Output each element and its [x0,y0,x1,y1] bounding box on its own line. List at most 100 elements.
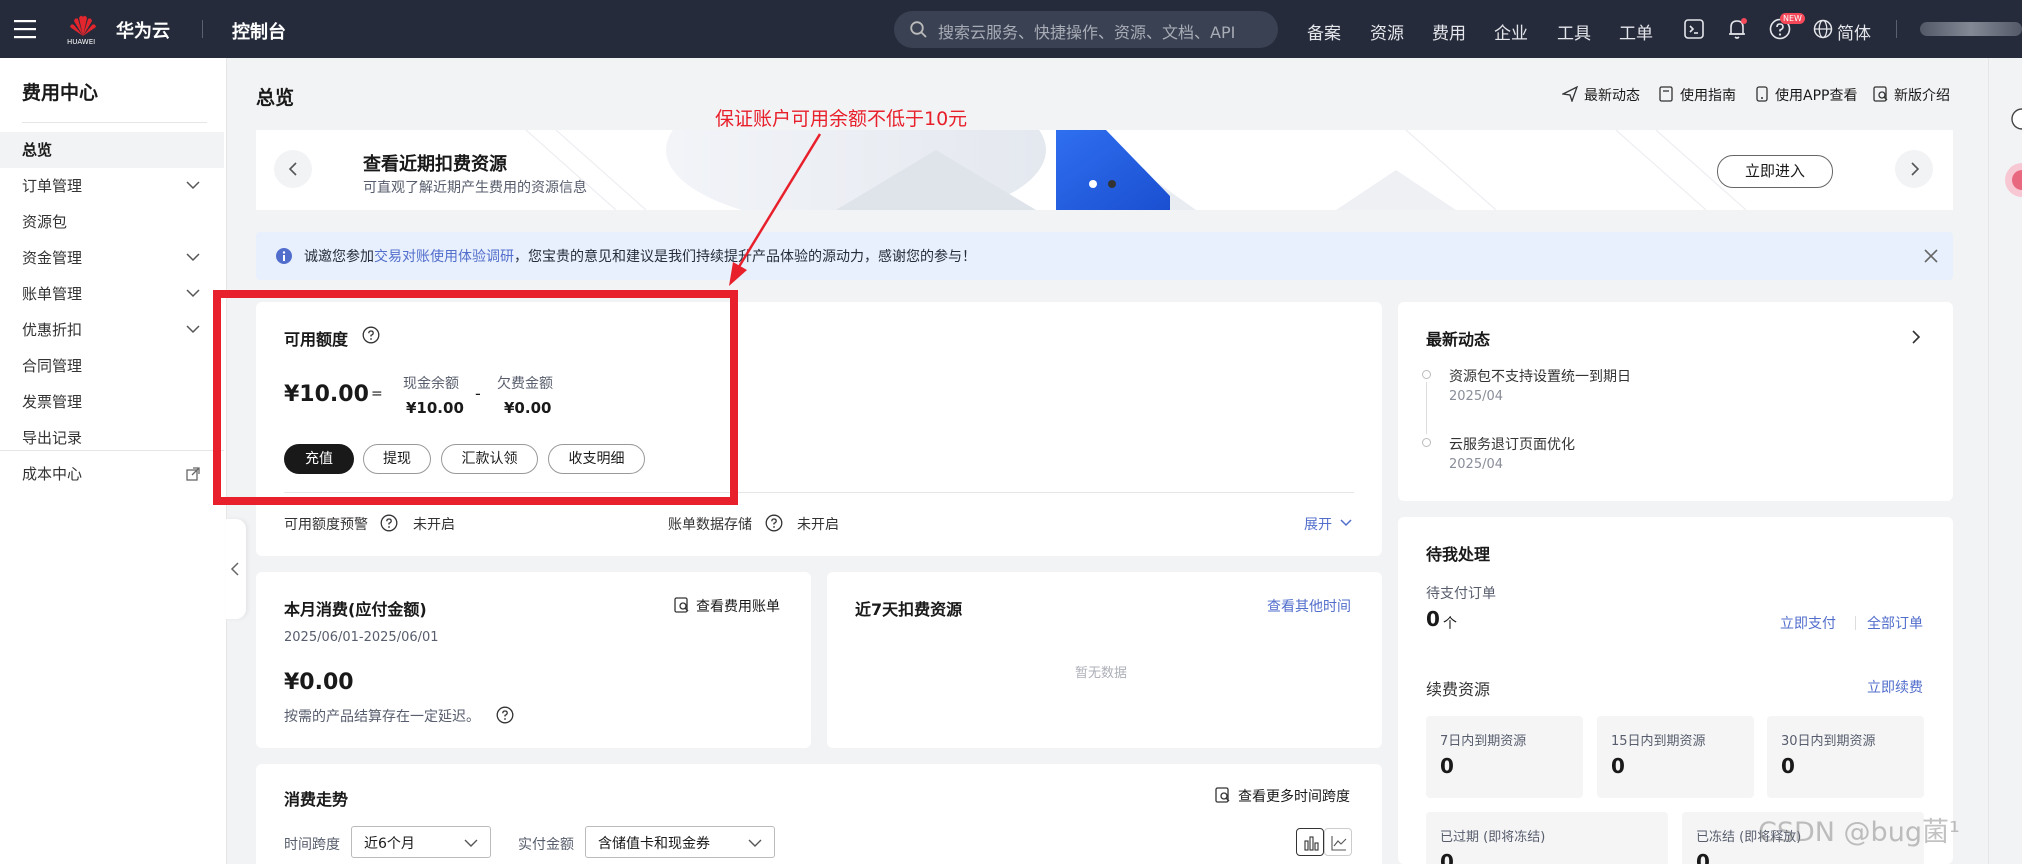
chevron-down-icon [186,180,200,190]
sidebar-item-cost-center[interactable]: 成本中心 [0,456,224,492]
page-title: 总览 [256,87,295,109]
help-icon[interactable] [765,514,783,532]
chevron-down-icon [186,288,200,298]
console-link[interactable]: 控制台 [232,18,286,44]
sidebar-item-bills[interactable]: 账单管理 [0,276,224,312]
timeline-dot [1422,438,1431,447]
brand-name[interactable]: 华为云 [116,17,170,43]
annotation-highlight-box [213,290,738,505]
sidebar-item-label: 优惠折扣 [22,321,83,339]
latest-news-link[interactable]: 最新动态 [1584,85,1640,105]
sidebar-item-discounts[interactable]: 优惠折扣 [0,312,224,348]
help-icon[interactable] [496,706,514,724]
close-icon[interactable] [1924,249,1938,263]
sidebar-item-orders[interactable]: 订单管理 [0,168,224,204]
chevron-down-icon [186,324,200,334]
banner-carousel: 查看近期扣费资源 可直观了解近期产生费用的资源信息 立即进入 [256,130,1953,210]
survey-link[interactable]: 交易对账使用体验调研 [374,249,514,265]
quota-alert-label: 可用额度预警 [284,517,368,533]
chevron-right-icon [1910,162,1920,176]
sidebar-item-overview[interactable]: 总览 [0,132,224,168]
bar-chart-toggle[interactable] [1296,828,1324,856]
recent-deduction-title: 近7天扣费资源 [855,600,963,619]
nav-resources[interactable]: 资源 [1370,19,1404,44]
nav-tickets[interactable]: 工单 [1619,19,1653,44]
expiring-15d-box[interactable]: 15日内到期资源 0 [1597,716,1754,798]
renew-now-link[interactable]: 立即续费 [1867,677,1923,697]
divider [0,450,224,451]
app-view-link[interactable]: 使用APP查看 [1775,85,1857,105]
terminal-icon[interactable] [1684,19,1704,39]
all-orders-link[interactable]: 全部订单 [1867,613,1923,633]
sidebar-item-label: 账单管理 [22,285,83,303]
bar-chart-icon [1303,835,1319,851]
user-guide-link[interactable]: 使用指南 [1680,85,1736,105]
sidebar-title: 费用中心 [22,82,99,104]
help-icon[interactable] [380,514,398,532]
expiring-30d-box[interactable]: 30日内到期资源 0 [1767,716,1924,798]
monthly-consumption-title: 本月消费(应付金额) [284,600,427,619]
bill-storage-label: 账单数据存储 [668,517,752,533]
view-bill-link[interactable]: 查看费用账单 [696,596,780,616]
monthly-amount: ¥0.00 [284,670,354,695]
expiring-7d-box[interactable]: 7日内到期资源 0 [1426,716,1583,798]
search-input[interactable]: 搜索云服务、快捷操作、资源、文档、API [938,19,1235,43]
survey-notice: 诚邀您参加交易对账使用体验调研，您宝贵的意见和建议是我们持续提升产品体验的源动力… [256,232,1953,280]
line-chart-toggle[interactable] [1324,828,1352,856]
sidebar-item-contracts[interactable]: 合同管理 [0,348,224,384]
float-help-icon[interactable] [2009,108,2022,130]
chevron-right-icon[interactable] [1911,330,1921,344]
paid-amount-select[interactable]: 含储值卡和现金券 [585,826,775,858]
menu-icon[interactable] [14,19,36,39]
news-item-text[interactable]: 云服务退订页面优化 [1449,434,1575,454]
banner-next-button[interactable] [1895,150,1933,188]
sidebar-item-invoices[interactable]: 发票管理 [0,384,224,420]
nav-billing[interactable]: 费用 [1432,19,1466,44]
divider [22,122,207,123]
latest-news-card: 最新动态 资源包不支持设置统一到期日 2025/04 云服务退订页面优化 202… [1398,302,1953,501]
info-icon [276,248,292,264]
sidebar-item-label: 订单管理 [22,177,83,195]
timespan-label: 时间跨度 [284,837,340,853]
timeline-dot [1422,370,1431,379]
sidebar-item-resource-packages[interactable]: 资源包 [0,204,224,240]
scrollbar[interactable] [1988,58,1998,864]
banner-enter-button[interactable]: 立即进入 [1717,155,1833,188]
pending-orders-unit: 个 [1443,616,1457,632]
watermark: CSDN @bug菌¹ [1758,817,1960,848]
chevron-left-icon [288,162,298,176]
search-box[interactable]: 搜索云服务、快捷操作、资源、文档、API [894,11,1278,48]
box-value: 0 [1781,754,1795,778]
new-badge: NEW [1780,13,1805,24]
trend-title: 消费走势 [284,790,349,809]
divider [202,20,203,38]
nav-tools[interactable]: 工具 [1557,19,1591,44]
nav-enterprise[interactable]: 企业 [1494,19,1528,44]
language-selector[interactable]: 简体 [1837,19,1871,44]
timespan-select[interactable]: 近6个月 [351,826,491,858]
nav-beian[interactable]: 备案 [1307,19,1341,44]
sidebar-item-funds[interactable]: 资金管理 [0,240,224,276]
other-time-link[interactable]: 查看其他时间 [1267,596,1351,616]
intro-icon [1873,86,1889,102]
box-value: 0 [1611,754,1625,778]
box-label: 30日内到期资源 [1781,734,1876,749]
banner-prev-button[interactable] [274,150,312,188]
news-item-text[interactable]: 资源包不支持设置统一到期日 [1449,366,1631,386]
notice-prefix: 诚邀您参加 [304,249,374,265]
quota-alert-value: 未开启 [413,517,455,533]
bell-icon[interactable] [1726,17,1748,41]
more-timespan-link[interactable]: 查看更多时间跨度 [1238,786,1350,806]
new-intro-link[interactable]: 新版介绍 [1894,85,1950,105]
account-name-blurred[interactable] [1920,22,2022,36]
expand-link[interactable]: 展开 [1304,514,1332,534]
pay-now-link[interactable]: 立即支付 [1780,613,1836,633]
globe-icon[interactable] [1813,19,1833,39]
float-assistant-icon[interactable] [2002,162,2022,198]
expired-box[interactable]: 已过期 (即将冻结) 0 [1426,812,1668,864]
empty-state: 暂无数据 [1075,666,1128,681]
todo-title: 待我处理 [1426,545,1491,564]
monthly-consumption-card: 本月消费(应付金额) 查看费用账单 2025/06/01-2025/06/01 … [256,572,811,748]
sidebar-collapse-handle[interactable] [226,519,246,619]
huawei-logo-icon[interactable] [66,12,100,38]
